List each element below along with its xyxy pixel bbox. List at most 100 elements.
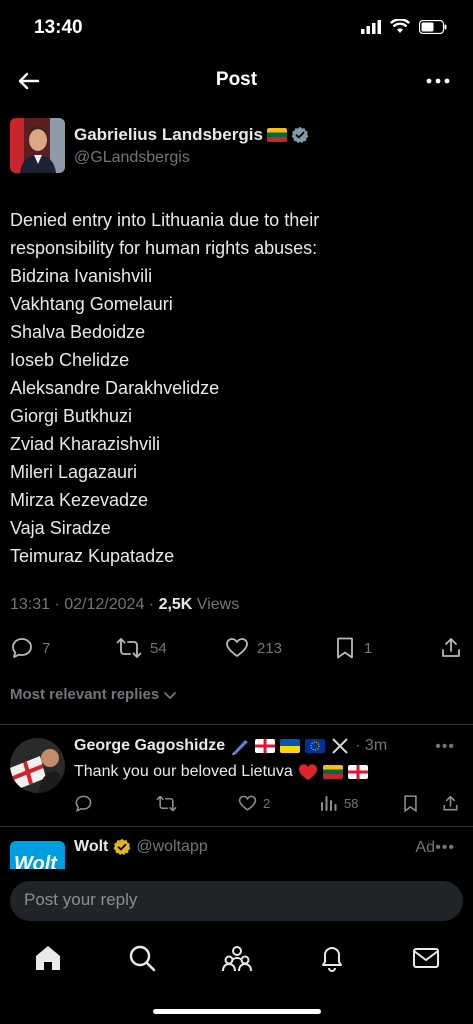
home-indicator	[153, 1009, 321, 1014]
post-line: Bidzina Ivanishvili	[10, 266, 153, 286]
reply-repost-button[interactable]	[156, 794, 177, 813]
views-label: Views	[192, 596, 240, 613]
ad-header: Wolt @woltapp	[74, 838, 208, 856]
verified-badge-icon	[291, 126, 309, 144]
post-line: Denied entry into Lithuania due to their	[10, 210, 320, 230]
battery-icon	[419, 19, 447, 34]
search-icon[interactable]	[127, 943, 157, 973]
post-timestamp: 13:31 · 02/12/2024 ·	[10, 596, 159, 613]
reply-time: · 3m	[355, 737, 388, 754]
like-button[interactable]: 213	[225, 636, 282, 660]
heart-icon	[226, 638, 248, 657]
post-line: Vaja Siradze	[10, 518, 111, 538]
ad-item[interactable]: Wolt Wolt @woltapp Ad •••	[0, 827, 473, 869]
bookmark-count: 1	[364, 639, 373, 657]
messages-icon[interactable]	[411, 943, 441, 973]
cellular-signal-icon	[361, 19, 381, 34]
ad-author-name[interactable]: Wolt	[74, 838, 108, 856]
bookmark-icon	[337, 637, 353, 659]
reply-item[interactable]: George Gagoshidze · 3m ••• Thank you our…	[0, 726, 473, 826]
share-icon	[442, 638, 460, 657]
post-line: Aleksandre Darakhvelidze	[10, 378, 220, 398]
post-action-bar: 7 54 213 1	[0, 630, 473, 670]
reply-composer: Post your reply	[0, 869, 473, 935]
share-button[interactable]	[440, 636, 462, 660]
views-count: 2,5K	[158, 596, 193, 613]
reply-bookmark-button[interactable]	[402, 794, 419, 813]
status-icons	[361, 19, 447, 34]
reply-more-icon[interactable]: •••	[435, 738, 455, 756]
author-avatar[interactable]	[10, 118, 65, 173]
post-line: Ioseb Chelidze	[10, 350, 130, 370]
reply-button[interactable]: 7	[10, 636, 50, 660]
author-handle[interactable]: @GLandsbergis	[74, 149, 190, 167]
post-line: Giorgi Butkhuzi	[10, 406, 133, 426]
eu-flag-icon	[305, 739, 326, 753]
lithuania-flag-icon	[322, 765, 343, 779]
top-nav: Post	[0, 56, 473, 106]
author-name[interactable]: Gabrielius Landsbergis	[74, 125, 309, 145]
reply-author-name[interactable]: George Gagoshidze	[74, 737, 225, 755]
share-icon	[443, 795, 458, 811]
reply-bubble-icon	[75, 795, 92, 813]
divider	[0, 724, 473, 725]
ad-avatar[interactable]: Wolt	[10, 841, 65, 869]
repost-button[interactable]: 54	[116, 636, 167, 660]
pen-emoji-icon	[232, 740, 249, 755]
reply-text-content: Thank you our beloved Lietuva	[74, 763, 293, 780]
repost-icon	[116, 638, 142, 658]
ad-label: Ad	[415, 839, 435, 856]
georgia-flag-icon	[255, 739, 276, 753]
bookmark-icon	[404, 795, 417, 813]
post-line: Teimuraz Kupatadze	[10, 546, 175, 566]
like-count: 213	[257, 639, 283, 657]
reply-count: 7	[42, 639, 51, 657]
communities-icon[interactable]	[222, 943, 252, 973]
post-line: Zviad Kharazishvili	[10, 434, 161, 454]
heart-icon	[238, 795, 257, 811]
reply-share-button[interactable]	[442, 794, 459, 813]
ad-handle[interactable]: @woltapp	[136, 838, 207, 856]
home-icon[interactable]	[33, 943, 63, 973]
bookmark-button[interactable]: 1	[334, 636, 372, 660]
wifi-icon	[390, 19, 410, 33]
reply-bubble-icon	[12, 638, 32, 658]
post-line: Mileri Lagazauri	[10, 462, 138, 482]
ad-more-icon[interactable]: •••	[435, 839, 455, 857]
reply-avatar[interactable]	[10, 738, 65, 793]
status-time: 13:40	[34, 17, 83, 38]
reply-like-count: 2	[263, 796, 271, 811]
post-line: Mirza Kezevadze	[10, 490, 149, 510]
author-name-text: Gabrielius Landsbergis	[74, 125, 263, 144]
notifications-bell-icon[interactable]	[317, 943, 347, 973]
reply-like-button[interactable]: 2	[238, 794, 270, 813]
reply-text: Thank you our beloved Lietuva	[74, 763, 368, 781]
more-options-icon[interactable]	[423, 68, 453, 94]
gold-verified-badge-icon	[113, 838, 131, 856]
reply-views-button[interactable]: 58	[320, 794, 358, 812]
analytics-icon	[321, 796, 337, 811]
reply-action-bar: 2 58	[74, 794, 459, 816]
replies-sort-label: Most relevant replies	[10, 686, 160, 703]
reply-header: George Gagoshidze · 3m	[74, 737, 387, 755]
ukraine-flag-icon	[280, 739, 301, 753]
post-line: Vakhtang Gomelauri	[10, 294, 173, 314]
replies-sort-dropdown[interactable]: Most relevant replies	[10, 686, 177, 703]
crossed-swords-icon	[332, 738, 348, 754]
status-bar: 13:40	[0, 0, 473, 56]
post-line: responsibility for human rights abuses:	[10, 238, 318, 258]
ad-avatar-text: Wolt	[14, 853, 57, 869]
page-title: Post	[215, 69, 258, 90]
repost-icon	[156, 795, 177, 812]
post-text: Denied entry into Lithuania due to their…	[10, 206, 465, 570]
red-heart-emoji-icon	[298, 764, 317, 781]
post-metadata: 13:31 · 02/12/2024 · 2,5K Views	[10, 596, 239, 614]
lithuania-flag-icon	[266, 128, 287, 142]
georgia-flag-icon	[347, 765, 368, 779]
author-avatar-image	[10, 118, 65, 173]
chevron-down-icon	[164, 691, 177, 699]
reply-input[interactable]: Post your reply	[10, 881, 463, 921]
reply-avatar-image	[10, 738, 65, 793]
post-line: Shalva Bedoidze	[10, 322, 146, 342]
reply-reply-button[interactable]	[74, 794, 93, 813]
